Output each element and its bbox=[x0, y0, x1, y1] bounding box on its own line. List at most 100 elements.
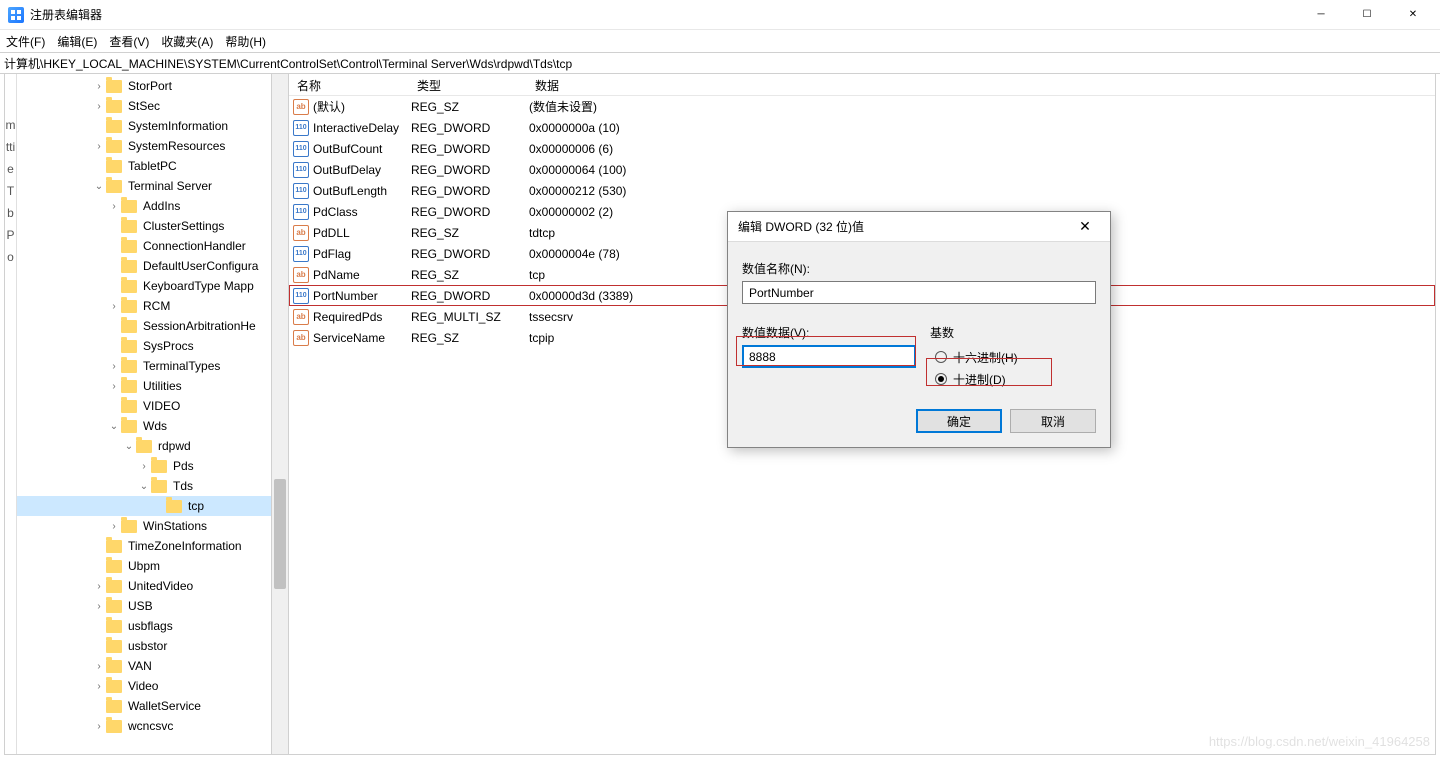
close-button[interactable]: ✕ bbox=[1390, 0, 1436, 29]
value-row-outbufdelay[interactable]: 110OutBufDelayREG_DWORD0x00000064 (100) bbox=[289, 159, 1435, 180]
expand-icon[interactable] bbox=[137, 479, 151, 493]
tree-node-van[interactable]: VAN bbox=[17, 656, 288, 676]
tree-node-tcp[interactable]: tcp bbox=[17, 496, 288, 516]
expand-icon[interactable] bbox=[92, 659, 106, 673]
value-name: OutBufDelay bbox=[313, 163, 411, 177]
tree-node-tabletpc[interactable]: TabletPC bbox=[17, 156, 288, 176]
tree-pane[interactable]: StorPortStSec SystemInformation SystemReso… bbox=[17, 74, 289, 754]
radio-hex[interactable]: 十六进制(H) bbox=[935, 346, 1091, 368]
tree-node-video[interactable]: VIDEO bbox=[17, 396, 288, 416]
tree-node-rcm[interactable]: RCM bbox=[17, 296, 288, 316]
expand-icon[interactable] bbox=[92, 79, 106, 93]
menu-favorites[interactable]: 收藏夹(A) bbox=[161, 33, 213, 50]
folder-icon bbox=[121, 340, 137, 353]
menu-edit[interactable]: 编辑(E) bbox=[57, 33, 97, 50]
tree-node-utilities[interactable]: Utilities bbox=[17, 376, 288, 396]
dialog-close-button[interactable]: ✕ bbox=[1070, 218, 1100, 235]
tree-node-label: SystemInformation bbox=[126, 119, 230, 133]
tree-scrollbar[interactable] bbox=[271, 74, 288, 754]
tree-node-terminal-server[interactable]: Terminal Server bbox=[17, 176, 288, 196]
expand-icon[interactable] bbox=[107, 419, 121, 433]
expand-icon bbox=[92, 619, 106, 633]
radio-dec[interactable]: 十进制(D) bbox=[935, 368, 1091, 390]
menu-view[interactable]: 查看(V) bbox=[109, 33, 149, 50]
folder-icon bbox=[121, 220, 137, 233]
maximize-button[interactable]: ☐ bbox=[1344, 0, 1390, 29]
input-value-data[interactable] bbox=[742, 345, 916, 368]
expand-icon[interactable] bbox=[92, 139, 106, 153]
value-data: 0x0000000a (10) bbox=[529, 121, 1435, 135]
expand-icon[interactable] bbox=[107, 379, 121, 393]
string-icon: ab bbox=[293, 330, 309, 346]
tree-node-defaultuserconfigura[interactable]: DefaultUserConfigura bbox=[17, 256, 288, 276]
tree-node-rdpwd[interactable]: rdpwd bbox=[17, 436, 288, 456]
tree-node-label: AddIns bbox=[141, 199, 182, 213]
tree-node-keyboardtype-mapp[interactable]: KeyboardType Mapp bbox=[17, 276, 288, 296]
dialog-title-bar[interactable]: 编辑 DWORD (32 位)值 ✕ bbox=[728, 212, 1110, 242]
value-row-outbufcount[interactable]: 110OutBufCountREG_DWORD0x00000006 (6) bbox=[289, 138, 1435, 159]
scrollbar-thumb[interactable] bbox=[274, 479, 286, 589]
menu-file[interactable]: 文件(F) bbox=[6, 33, 45, 50]
value-type: REG_SZ bbox=[411, 100, 529, 114]
expand-icon[interactable] bbox=[92, 719, 106, 733]
tree-node-pds[interactable]: Pds bbox=[17, 456, 288, 476]
tree-node-systeminformation[interactable]: SystemInformation bbox=[17, 116, 288, 136]
value-row-outbuflength[interactable]: 110OutBufLengthREG_DWORD0x00000212 (530) bbox=[289, 180, 1435, 201]
expand-icon[interactable] bbox=[137, 459, 151, 473]
tree-node-label: DefaultUserConfigura bbox=[141, 259, 260, 273]
tree-node-unitedvideo[interactable]: UnitedVideo bbox=[17, 576, 288, 596]
value-data: 0x00000064 (100) bbox=[529, 163, 1435, 177]
expand-icon[interactable] bbox=[107, 199, 121, 213]
tree-node-usb[interactable]: USB bbox=[17, 596, 288, 616]
expand-icon[interactable] bbox=[107, 519, 121, 533]
expand-icon bbox=[92, 159, 106, 173]
expand-icon[interactable] bbox=[107, 299, 121, 313]
dword-icon: 110 bbox=[293, 183, 309, 199]
column-name[interactable]: 名称 bbox=[289, 74, 409, 95]
tree-node-walletservice[interactable]: WalletService bbox=[17, 696, 288, 716]
tree-node-stsec[interactable]: StSec bbox=[17, 96, 288, 116]
value-type: REG_DWORD bbox=[411, 163, 529, 177]
tree-node-sysprocs[interactable]: SysProcs bbox=[17, 336, 288, 356]
tree-node-usbstor[interactable]: usbstor bbox=[17, 636, 288, 656]
tree-node-clustersettings[interactable]: ClusterSettings bbox=[17, 216, 288, 236]
tree-node-label: Pds bbox=[171, 459, 196, 473]
expand-icon[interactable] bbox=[107, 359, 121, 373]
tree-node-wds[interactable]: Wds bbox=[17, 416, 288, 436]
expand-icon[interactable] bbox=[92, 599, 106, 613]
expand-icon[interactable] bbox=[92, 99, 106, 113]
input-value-name[interactable] bbox=[742, 281, 1096, 304]
cancel-button[interactable]: 取消 bbox=[1010, 409, 1096, 433]
tree-node-terminaltypes[interactable]: TerminalTypes bbox=[17, 356, 288, 376]
value-row-interactivedelay[interactable]: 110InteractiveDelayREG_DWORD0x0000000a (… bbox=[289, 117, 1435, 138]
expand-icon[interactable] bbox=[92, 179, 106, 193]
folder-icon bbox=[151, 480, 167, 493]
address-bar[interactable]: 计算机\HKEY_LOCAL_MACHINE\SYSTEM\CurrentCon… bbox=[0, 52, 1440, 74]
tree-node-label: VIDEO bbox=[141, 399, 182, 413]
tree-node-addins[interactable]: AddIns bbox=[17, 196, 288, 216]
tree-node-storport[interactable]: StorPort bbox=[17, 76, 288, 96]
radio-hex-icon bbox=[935, 351, 947, 363]
content: mttieTbPo StorPortStSecSystemInformation… bbox=[4, 74, 1436, 755]
column-data[interactable]: 数据 bbox=[527, 74, 1435, 95]
tree-node-usbflags[interactable]: usbflags bbox=[17, 616, 288, 636]
tree-node-timezoneinformation[interactable]: TimeZoneInformation bbox=[17, 536, 288, 556]
value-name: PdName bbox=[313, 268, 411, 282]
tree-node-sessionarbitrationhe[interactable]: SessionArbitrationHe bbox=[17, 316, 288, 336]
tree-node-ubpm[interactable]: Ubpm bbox=[17, 556, 288, 576]
expand-icon[interactable] bbox=[92, 679, 106, 693]
tree-node-connectionhandler[interactable]: ConnectionHandler bbox=[17, 236, 288, 256]
tree-node-systemresources[interactable]: SystemResources bbox=[17, 136, 288, 156]
menu-help[interactable]: 帮助(H) bbox=[225, 33, 266, 50]
expand-icon[interactable] bbox=[92, 579, 106, 593]
value-row--[interactable]: ab(默认)REG_SZ(数值未设置) bbox=[289, 96, 1435, 117]
tree-node-wcncsvc[interactable]: wcncsvc bbox=[17, 716, 288, 736]
ok-button[interactable]: 确定 bbox=[916, 409, 1002, 433]
minimize-button[interactable]: ─ bbox=[1298, 0, 1344, 29]
tree-node-winstations[interactable]: WinStations bbox=[17, 516, 288, 536]
expand-icon[interactable] bbox=[122, 439, 136, 453]
tree-node-video[interactable]: Video bbox=[17, 676, 288, 696]
tree-node-tds[interactable]: Tds bbox=[17, 476, 288, 496]
expand-icon bbox=[107, 399, 121, 413]
column-type[interactable]: 类型 bbox=[409, 74, 527, 95]
